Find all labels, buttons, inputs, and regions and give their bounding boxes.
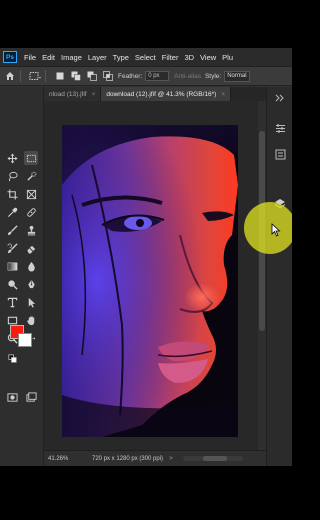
- menu-filter[interactable]: Filter: [159, 53, 182, 62]
- screen-mode-icon[interactable]: [24, 390, 38, 404]
- document-canvas-image[interactable]: [62, 125, 238, 437]
- photoshop-logo: Ps: [3, 51, 17, 63]
- brush-tool-icon[interactable]: [5, 223, 19, 237]
- path-select-icon[interactable]: [24, 295, 38, 309]
- status-menu-arrow[interactable]: >: [169, 456, 173, 462]
- divider: [45, 70, 46, 82]
- healing-brush-icon[interactable]: [24, 205, 38, 219]
- dodge-tool-icon[interactable]: [5, 277, 19, 291]
- zoom-level[interactable]: 41.26%: [48, 456, 74, 462]
- collapse-panels-icon[interactable]: [273, 91, 287, 105]
- menu-file[interactable]: File: [21, 53, 39, 62]
- menu-image[interactable]: Image: [58, 53, 85, 62]
- eyedropper-tool-icon[interactable]: [5, 205, 19, 219]
- antialias-checkbox[interactable]: Anti-alias: [174, 73, 201, 80]
- panel-dock: [266, 87, 292, 466]
- menu-3d[interactable]: 3D: [181, 53, 197, 62]
- adjustments-panel-icon[interactable]: [273, 121, 287, 135]
- crop-tool-icon[interactable]: [5, 187, 19, 201]
- intersect-selection-icon[interactable]: [102, 70, 114, 82]
- eraser-tool-icon[interactable]: [24, 241, 38, 255]
- divider: [20, 70, 21, 82]
- canvas-area[interactable]: [44, 101, 258, 450]
- move-tool-icon[interactable]: [5, 151, 19, 165]
- menu-layer[interactable]: Layer: [85, 53, 110, 62]
- pen-tool-icon[interactable]: [24, 277, 38, 291]
- menu-type[interactable]: Type: [110, 53, 132, 62]
- marquee-preset-icon[interactable]: [29, 70, 41, 82]
- portrait-photo: [62, 125, 238, 437]
- menu-bar: Ps File Edit Image Layer Type Select Fil…: [0, 48, 292, 66]
- blur-tool-icon[interactable]: [24, 259, 38, 273]
- home-icon[interactable]: [4, 70, 16, 82]
- new-selection-icon[interactable]: [54, 70, 66, 82]
- menu-edit[interactable]: Edit: [39, 53, 58, 62]
- style-label: Style:: [204, 72, 222, 80]
- style-select[interactable]: Normal: [224, 70, 250, 82]
- document-info: 720 px x 1280 px (300 ppi): [92, 455, 164, 462]
- menu-view[interactable]: View: [197, 53, 219, 62]
- photoshop-window: Ps File Edit Image Layer Type Select Fil…: [0, 48, 292, 466]
- artboard-tool-icon[interactable]: [24, 151, 38, 165]
- history-brush-icon[interactable]: [5, 241, 19, 255]
- mouse-cursor-icon: [271, 223, 281, 237]
- vertical-scrollbar[interactable]: [258, 101, 266, 450]
- default-colors-icon[interactable]: [5, 351, 19, 365]
- tab-document-12[interactable]: download (12).jfif @ 41.3% (RGB/16*) ×: [101, 87, 232, 101]
- close-icon[interactable]: ×: [221, 91, 225, 98]
- close-icon[interactable]: ×: [92, 91, 96, 98]
- subtract-selection-icon[interactable]: [86, 70, 98, 82]
- lasso-tool-icon[interactable]: [5, 169, 19, 183]
- horizontal-scrollbar[interactable]: [182, 456, 243, 461]
- clone-stamp-icon[interactable]: [24, 223, 38, 237]
- background-color-swatch[interactable]: [18, 333, 32, 347]
- properties-panel-icon[interactable]: [273, 147, 287, 161]
- frame-tool-icon[interactable]: [24, 187, 38, 201]
- options-bar: Feather: 0 px Anti-alias Style: Normal: [0, 66, 292, 86]
- add-selection-icon[interactable]: [70, 70, 82, 82]
- quick-mask-icon[interactable]: [5, 390, 19, 404]
- cursor-highlight: [244, 202, 292, 254]
- tab-label: download (12).jfif @ 41.3% (RGB/16*): [106, 90, 217, 98]
- horizontal-scroll-thumb[interactable]: [202, 456, 227, 461]
- feather-label: Feather:: [118, 72, 143, 80]
- menu-select[interactable]: Select: [132, 53, 159, 62]
- type-tool-icon[interactable]: [5, 295, 19, 309]
- menu-plugins[interactable]: Plu: [219, 53, 236, 62]
- tab-label: nload (13).jfif: [49, 90, 87, 98]
- hand-tool-icon[interactable]: [24, 313, 38, 327]
- gradient-tool-icon[interactable]: [5, 259, 19, 273]
- document-tabs: nload (13).jfif × download (12).jfif @ 4…: [44, 87, 266, 101]
- tools-panel: [0, 87, 44, 466]
- tab-document-13[interactable]: nload (13).jfif ×: [44, 87, 102, 101]
- quick-select-tool-icon[interactable]: [24, 169, 38, 183]
- status-bar: 41.26% 720 px x 1280 px (300 ppi) >: [44, 450, 266, 466]
- feather-input[interactable]: 0 px: [145, 71, 170, 81]
